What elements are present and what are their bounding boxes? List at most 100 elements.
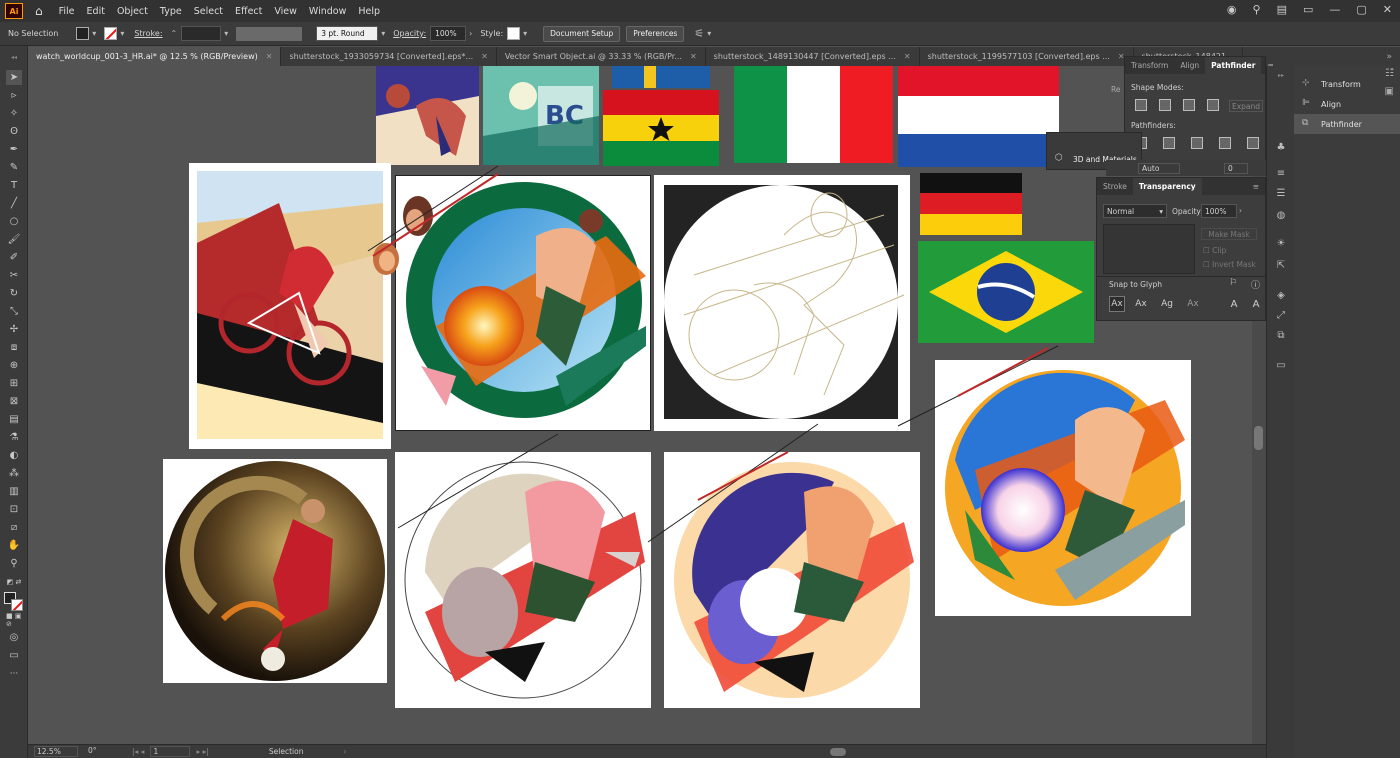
dock-item-align[interactable]: ⊫ Align — [1294, 94, 1400, 114]
leading-field[interactable]: Auto — [1138, 163, 1180, 174]
comments-icon[interactable]: ▭ — [1274, 358, 1288, 372]
fill-swatch[interactable] — [76, 27, 90, 40]
zoom-tool-icon[interactable]: ⚲ — [6, 556, 22, 571]
glyph-bounds-icon[interactable]: Ag — [1159, 296, 1175, 312]
exclude-icon[interactable] — [1207, 99, 1219, 111]
close-icon[interactable]: ✕ — [481, 52, 488, 61]
properties-icon[interactable]: ☷ — [1385, 68, 1394, 79]
tab-doc-1[interactable]: shutterstock_1933059734 [Converted].eps*… — [281, 47, 497, 66]
trim-icon[interactable] — [1163, 137, 1175, 149]
tab-doc-4[interactable]: shutterstock_1199577103 [Converted].eps … — [920, 47, 1134, 66]
club-icon[interactable]: ♣ — [1274, 140, 1288, 154]
rotate-tool-icon[interactable]: ↻ — [6, 286, 22, 301]
perspective-grid-tool-icon[interactable]: ⊞ — [6, 376, 22, 391]
expand-button[interactable]: Expand — [1229, 100, 1263, 112]
color-mode-icon[interactable]: ■ ▣ ⊘ — [6, 612, 22, 628]
stepper-icon[interactable]: ⌃ — [171, 29, 178, 38]
eyedropper-tool-icon[interactable]: ⚗ — [6, 430, 22, 445]
selection-tool-icon[interactable]: ➤ — [6, 70, 22, 85]
intersect-icon[interactable] — [1183, 99, 1195, 111]
line-tool-icon[interactable]: ╱ — [6, 196, 22, 211]
tab-transparency[interactable]: Transparency — [1132, 178, 1202, 195]
menu-select[interactable]: Select — [194, 6, 223, 17]
unite-icon[interactable] — [1135, 99, 1147, 111]
menu-window[interactable]: Window — [309, 6, 346, 17]
merge-icon[interactable] — [1191, 137, 1203, 149]
opacity-field[interactable]: 100% — [430, 26, 467, 41]
chevron-right-icon[interactable]: › — [469, 29, 472, 38]
more-tools-icon[interactable]: ··· — [6, 666, 22, 681]
stroke-label[interactable]: Stroke: — [134, 29, 162, 38]
info-icon[interactable]: ⓘ — [1251, 278, 1260, 291]
glyph-proximity-icon[interactable]: Ax — [1185, 296, 1201, 312]
tab-doc-2[interactable]: Vector Smart Object.ai @ 33.33 % (RGB/Pr… — [497, 47, 706, 66]
column-graph-tool-icon[interactable]: ▥ — [6, 484, 22, 499]
minus-front-icon[interactable] — [1159, 99, 1171, 111]
glyph-xheight-icon[interactable]: Ax — [1133, 296, 1149, 312]
tab-stroke[interactable]: Stroke — [1097, 178, 1133, 195]
type-tool-icon[interactable]: T — [6, 178, 22, 193]
gradient-tool-icon[interactable]: ▤ — [6, 412, 22, 427]
mask-thumbnail[interactable] — [1103, 224, 1195, 274]
style-label[interactable]: Style: — [480, 29, 503, 38]
shaper-tool-icon[interactable]: ✐ — [6, 250, 22, 265]
chevron-down-icon[interactable]: ▾ — [381, 29, 385, 38]
magic-wand-tool-icon[interactable]: ✧ — [6, 106, 22, 121]
collapse-icon[interactable]: ◂◂ — [6, 50, 22, 65]
scissors-tool-icon[interactable]: ✂ — [6, 268, 22, 283]
blend-mode-select[interactable]: Normal ▾ — [1103, 204, 1167, 218]
pen-tool-icon[interactable]: ✒ — [6, 142, 22, 157]
horizontal-scroll-thumb[interactable] — [830, 747, 846, 756]
tab-doc-3[interactable]: shutterstock_1489130447 [Converted].eps … — [706, 47, 920, 66]
tabs-overflow-icon[interactable]: » — [1386, 47, 1400, 66]
opacity-label[interactable]: Opacity: — [393, 29, 426, 38]
slice-tool-icon[interactable]: ⧄ — [6, 520, 22, 535]
layers-icon[interactable]: ◈ — [1274, 288, 1288, 302]
artboards-icon[interactable]: ⤢ — [1274, 308, 1288, 322]
outline-icon[interactable] — [1247, 137, 1259, 149]
libraries-icon[interactable]: ▣ — [1385, 86, 1394, 97]
artboard-nav-next-icons[interactable]: ▸ ▸| — [196, 747, 208, 756]
maximize-icon[interactable]: ▢ — [1356, 3, 1366, 16]
direct-selection-tool-icon[interactable]: ▹ — [6, 88, 22, 103]
crop-icon[interactable] — [1219, 137, 1231, 149]
document-setup-button[interactable]: Document Setup — [543, 25, 621, 42]
shape-builder-tool-icon[interactable]: ⊕ — [6, 358, 22, 373]
tab-doc-0[interactable]: watch_worldcup_001-3_HR.ai* @ 12.5 % (RG… — [28, 47, 282, 66]
account-icon[interactable]: ◉ — [1227, 3, 1237, 16]
menu-edit[interactable]: Edit — [87, 6, 105, 17]
default-fill-stroke-icon[interactable]: ◩ ⇄ — [6, 574, 22, 589]
invert-mask-checkbox[interactable]: ☐ Invert Mask — [1203, 260, 1256, 269]
blend-tool-icon[interactable]: ◐ — [6, 448, 22, 463]
dock-item-pathfinder[interactable]: ⧉ Pathfinder — [1294, 114, 1400, 134]
ellipse-tool-icon[interactable]: ○ — [6, 214, 22, 229]
angular-guides-icon[interactable]: A — [1227, 296, 1241, 312]
artboard-tool-icon[interactable]: ⊡ — [6, 502, 22, 517]
chevron-down-icon[interactable]: ▾ — [92, 29, 96, 38]
collapse-icon[interactable]: ▸▸ — [1274, 68, 1288, 82]
anchor-point-icon[interactable]: A — [1249, 296, 1263, 312]
rotation-field[interactable]: 0° — [86, 746, 126, 757]
panel-menu-icon[interactable]: ≡ — [1247, 178, 1265, 195]
variable-width-field[interactable] — [236, 26, 303, 41]
tab-pathfinder[interactable]: Pathfinder — [1205, 57, 1262, 74]
brush-field[interactable]: 3 pt. Round — [316, 26, 379, 41]
stroke-swatch[interactable] — [104, 27, 118, 40]
close-icon[interactable]: ✕ — [904, 52, 911, 61]
status-arrow-icon[interactable]: › — [343, 747, 346, 756]
snap-options-icon[interactable]: ⚐ — [1229, 278, 1237, 288]
zoom-field[interactable]: 12.5% — [34, 746, 78, 757]
paintbrush-tool-icon[interactable]: 🖌 — [6, 232, 22, 247]
tab-transform[interactable]: Transform — [1125, 57, 1174, 74]
appearance-icon[interactable]: ◍ — [1274, 208, 1288, 222]
screen-mode-icon[interactable]: ▭ — [6, 648, 22, 663]
chevron-right-icon[interactable]: › — [1239, 206, 1242, 215]
hand-tool-icon[interactable]: ✋ — [6, 538, 22, 553]
menu-file[interactable]: File — [59, 6, 75, 17]
hamburger-icon[interactable]: ≡ — [1274, 166, 1288, 180]
glyph-baseline-icon[interactable]: Ax — [1109, 296, 1125, 312]
scale-tool-icon[interactable]: ⤡ — [6, 304, 22, 319]
arrange-icon[interactable]: ▭ — [1303, 3, 1313, 16]
links-icon[interactable]: ⧉ — [1274, 328, 1288, 342]
style-swatch[interactable] — [507, 27, 521, 40]
